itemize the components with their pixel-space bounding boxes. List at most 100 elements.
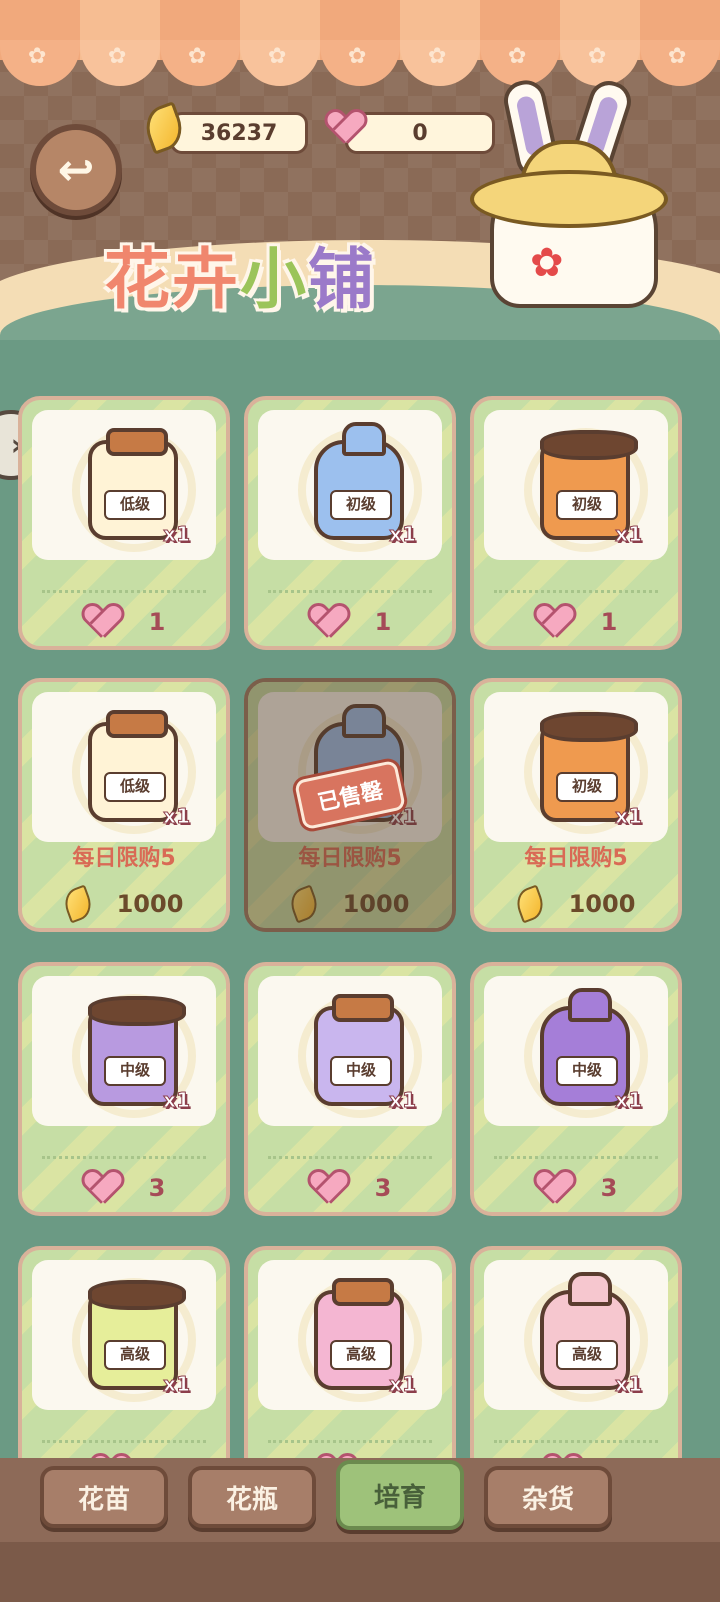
- item-quantity: x1: [389, 522, 417, 547]
- shop-item-grid: 低级x11初级x11初级x11低级x1每日限购51000初级x1每日限购5100…: [18, 396, 702, 1458]
- divider: [268, 1440, 432, 1443]
- category-tab-bar: 花苗 花瓶 培育 杂货: [0, 1458, 720, 1602]
- item-price: 3: [374, 1174, 392, 1202]
- item-quantity: x1: [615, 1372, 643, 1397]
- item-quantity: x1: [163, 1372, 191, 1397]
- title-char: 卉: [172, 241, 240, 318]
- item-price: 1: [148, 608, 166, 636]
- shop-item-card[interactable]: 中级 x1 3: [18, 962, 230, 1216]
- tab-label: 花瓶: [225, 1484, 278, 1515]
- gold-leaf-icon: [139, 101, 189, 155]
- shop-item-card[interactable]: 初级 x1 1: [244, 396, 456, 650]
- divider: [42, 1440, 206, 1443]
- price-row: [22, 1450, 226, 1458]
- item-grade-label: 低级: [104, 490, 166, 520]
- tab-seedlings[interactable]: 花苗: [40, 1466, 168, 1528]
- divider: [268, 590, 432, 593]
- divider: [268, 1156, 432, 1159]
- item-grade-label: 初级: [556, 490, 618, 520]
- back-arrow-icon: ↩: [57, 144, 95, 196]
- daily-limit-text: 每日限购5: [524, 846, 628, 871]
- title-char: 铺: [308, 241, 376, 318]
- divider: [42, 590, 206, 593]
- gold-counter: 36237: [170, 112, 308, 154]
- tab-vases[interactable]: 花瓶: [188, 1466, 316, 1528]
- daily-limit-text: 每日限购5: [72, 846, 176, 871]
- item-grade-label: 初级: [330, 490, 392, 520]
- divider: [494, 590, 658, 593]
- item-frame: 低级 x1: [32, 692, 216, 842]
- item-grade-label: 初级: [556, 772, 618, 802]
- heart-gem-icon: [309, 604, 349, 640]
- item-grade-label: 中级: [330, 1056, 392, 1086]
- item-frame: 初级x1: [484, 410, 668, 560]
- item-price: 1: [600, 608, 618, 636]
- shop-item-card[interactable]: 低级 x1 每日限购5 1000: [18, 678, 230, 932]
- shop-item-card[interactable]: 中级 x1 3: [244, 962, 456, 1216]
- back-button[interactable]: ↩: [30, 124, 122, 216]
- item-price: 1: [374, 608, 392, 636]
- item-quantity: x1: [163, 1088, 191, 1113]
- item-price: 1000: [568, 890, 636, 918]
- shop-title: 花卉小铺: [104, 226, 376, 322]
- tab-cultivation[interactable]: 培育: [336, 1460, 464, 1530]
- title-char: 小: [240, 241, 308, 318]
- item-quantity: x1: [615, 1088, 643, 1113]
- divider: [42, 1156, 206, 1159]
- item-price: 3: [600, 1174, 618, 1202]
- item-grade-label: 中级: [556, 1056, 618, 1086]
- item-quantity: x1: [615, 804, 643, 829]
- shop-item-card[interactable]: 高级 x1: [470, 1246, 682, 1458]
- price-row: 1000: [22, 882, 226, 926]
- item-quantity: x1: [163, 522, 191, 547]
- shop-item-card[interactable]: 初级 x1 1: [470, 396, 682, 650]
- item-grade-label: 高级: [556, 1340, 618, 1370]
- item-frame: 低级 x1: [32, 410, 216, 560]
- shop-item-card[interactable]: 中级 x1 3: [470, 962, 682, 1216]
- heart-amount: 0: [412, 120, 428, 146]
- heart-gem-icon: [83, 604, 123, 640]
- heart-gem-icon: [309, 1170, 349, 1206]
- shop-item-card[interactable]: 高级 x1: [244, 1246, 456, 1458]
- price-row: 3: [474, 1166, 678, 1210]
- bunny-shopkeeper-illustration: ✿: [470, 75, 670, 308]
- tab-label: 杂货: [521, 1484, 574, 1515]
- item-quantity: x1: [389, 1088, 417, 1113]
- item-price: 1000: [116, 890, 184, 918]
- item-frame: 高级 x1: [484, 1260, 668, 1410]
- item-quantity: x1: [163, 804, 191, 829]
- item-quantity: x1: [615, 522, 643, 547]
- item-frame: 中级 x1: [32, 976, 216, 1126]
- shop-item-card[interactable]: 低级 x1 1: [18, 396, 230, 650]
- price-row: 3: [22, 1166, 226, 1210]
- tab-misc[interactable]: 杂货: [484, 1466, 612, 1528]
- price-row: 1: [22, 600, 226, 644]
- gold-leaf-icon: [511, 884, 548, 924]
- price-row: [248, 1450, 452, 1458]
- item-frame: 初级x1: [258, 410, 442, 560]
- gold-leaf-icon: [59, 884, 96, 924]
- tab-label: 花苗: [77, 1484, 130, 1515]
- heart-gem-icon: [322, 104, 370, 152]
- item-grade-label: 高级: [330, 1340, 392, 1370]
- title-char: 花: [104, 241, 172, 318]
- heart-gem-icon: [535, 604, 575, 640]
- item-grade-label: 低级: [104, 772, 166, 802]
- shop-item-card[interactable]: 初级x1每日限购51000已售罄: [244, 678, 456, 932]
- item-frame: 初级x1: [484, 692, 668, 842]
- price-row: [474, 1450, 678, 1458]
- item-quantity: x1: [389, 1372, 417, 1397]
- heart-gem-icon: [83, 1170, 123, 1206]
- item-grade-label: 高级: [104, 1340, 166, 1370]
- shop-item-card[interactable]: 初级 x1 每日限购5 1000: [470, 678, 682, 932]
- item-grade-label: 中级: [104, 1056, 166, 1086]
- item-frame: 中级 x1: [484, 976, 668, 1126]
- price-row: 1: [248, 600, 452, 644]
- item-price: 3: [148, 1174, 166, 1202]
- divider: [494, 1156, 658, 1159]
- shop-item-card[interactable]: 高级 x1: [18, 1246, 230, 1458]
- item-frame: 高级 x1: [258, 1260, 442, 1410]
- item-frame: 中级 x1: [258, 976, 442, 1126]
- heart-gem-icon: [535, 1170, 575, 1206]
- divider: [494, 1440, 658, 1443]
